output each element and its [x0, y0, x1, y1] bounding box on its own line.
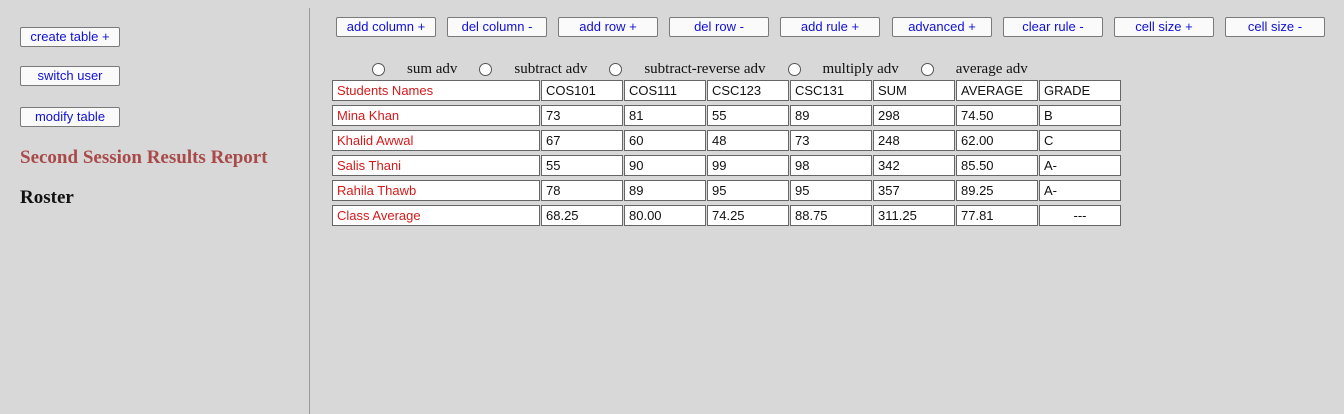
del-row-button[interactable]: del row - [669, 17, 769, 37]
score-cell[interactable]: 67 [541, 130, 623, 151]
student-name-cell[interactable]: Mina Khan [332, 105, 540, 126]
table-row: Mina Khan 73 81 55 89 298 74.50 B [332, 105, 1122, 126]
class-average-row: Class Average 68.25 80.00 74.25 88.75 31… [332, 205, 1122, 226]
average-value-cell[interactable]: 77.81 [956, 205, 1038, 226]
sum-adv-option[interactable]: sum adv [372, 61, 479, 78]
average-cell[interactable]: 74.50 [956, 105, 1038, 126]
sum-adv-label: sum adv [407, 60, 458, 77]
subtract-adv-label: subtract adv [514, 60, 588, 77]
cell-size-decrease-button[interactable]: cell size - [1225, 17, 1325, 37]
sum-cell[interactable]: 248 [873, 130, 955, 151]
header-cell-cos111[interactable]: COS111 [624, 80, 706, 101]
subtract-adv-option[interactable]: subtract adv [479, 61, 609, 78]
modify-table-button[interactable]: modify table [20, 107, 120, 127]
header-cell-csc131[interactable]: CSC131 [790, 80, 872, 101]
table-row: Khalid Awwal 67 60 48 73 248 62.00 C [332, 130, 1122, 151]
sum-cell[interactable]: 357 [873, 180, 955, 201]
multiply-adv-option[interactable]: multiply adv [787, 60, 921, 78]
score-cell[interactable]: 55 [707, 105, 789, 126]
average-cell[interactable]: 89.25 [956, 180, 1038, 201]
score-cell[interactable]: 73 [790, 130, 872, 151]
score-cell[interactable]: 55 [541, 155, 623, 176]
multiply-adv-label: multiply adv [822, 60, 899, 77]
student-name-cell[interactable]: Rahila Thawb [332, 180, 540, 201]
score-cell[interactable]: 90 [624, 155, 706, 176]
subtract-reverse-adv-radio[interactable] [609, 62, 623, 76]
grade-cell[interactable]: B [1039, 105, 1121, 126]
grade-cell[interactable]: A- [1039, 180, 1121, 201]
header-cell-cos101[interactable]: COS101 [541, 80, 623, 101]
advanced-button[interactable]: advanced + [892, 17, 992, 37]
add-rule-button[interactable]: add rule + [780, 17, 880, 37]
sidebar: create table + switch user modify table … [0, 0, 309, 414]
report-title: Second Session Results Report [20, 147, 268, 168]
score-cell[interactable]: 48 [707, 130, 789, 151]
score-cell[interactable]: 89 [790, 105, 872, 126]
score-cell[interactable]: 98 [790, 155, 872, 176]
header-cell-sum[interactable]: SUM [873, 80, 955, 101]
header-cell-csc123[interactable]: CSC123 [707, 80, 789, 101]
score-cell[interactable]: 73 [541, 105, 623, 126]
header-cell-average[interactable]: AVERAGE [956, 80, 1038, 101]
multiply-adv-radio[interactable] [787, 62, 801, 76]
add-column-button[interactable]: add column + [336, 17, 436, 37]
cell-size-increase-button[interactable]: cell size + [1114, 17, 1214, 37]
grade-cell[interactable]: C [1039, 130, 1121, 151]
roster-heading: Roster [20, 187, 74, 208]
results-table: Students Names COS101 COS111 CSC123 CSC1… [332, 80, 1122, 230]
vertical-divider [309, 8, 310, 414]
create-table-button[interactable]: create table + [20, 27, 120, 47]
advanced-options: sum adv subtract adv subtract-reverse ad… [372, 60, 1050, 78]
sum-adv-radio[interactable] [372, 62, 385, 76]
average-adv-label: average adv [955, 60, 1028, 77]
score-cell[interactable]: 60 [624, 130, 706, 151]
score-cell[interactable]: 89 [624, 180, 706, 201]
average-value-cell[interactable]: 68.25 [541, 205, 623, 226]
average-value-cell[interactable]: 88.75 [790, 205, 872, 226]
score-cell[interactable]: 99 [707, 155, 789, 176]
header-cell-grade[interactable]: GRADE [1039, 80, 1121, 101]
subtract-reverse-adv-label: subtract-reverse adv [644, 60, 766, 77]
header-cell-students-names[interactable]: Students Names [332, 80, 540, 101]
sum-cell[interactable]: 342 [873, 155, 955, 176]
average-value-cell[interactable]: 80.00 [624, 205, 706, 226]
clear-rule-button[interactable]: clear rule - [1003, 17, 1103, 37]
score-cell[interactable]: 95 [707, 180, 789, 201]
del-column-button[interactable]: del column - [447, 17, 547, 37]
sum-cell[interactable]: 298 [873, 105, 955, 126]
student-name-cell[interactable]: Salis Thani [332, 155, 540, 176]
average-adv-radio[interactable] [920, 62, 934, 76]
score-cell[interactable]: 78 [541, 180, 623, 201]
table-header-row: Students Names COS101 COS111 CSC123 CSC1… [332, 80, 1122, 101]
student-name-cell[interactable]: Khalid Awwal [332, 130, 540, 151]
grade-placeholder-cell[interactable]: --- [1039, 205, 1121, 226]
score-cell[interactable]: 81 [624, 105, 706, 126]
subtract-reverse-adv-option[interactable]: subtract-reverse adv [609, 61, 787, 78]
class-average-label-cell[interactable]: Class Average [332, 205, 540, 226]
add-row-button[interactable]: add row + [558, 17, 658, 37]
table-row: Salis Thani 55 90 99 98 342 85.50 A- [332, 155, 1122, 176]
subtract-adv-radio[interactable] [479, 62, 493, 76]
average-value-cell[interactable]: 74.25 [707, 205, 789, 226]
grade-cell[interactable]: A- [1039, 155, 1121, 176]
average-adv-option[interactable]: average adv [920, 60, 1050, 78]
average-value-cell[interactable]: 311.25 [873, 205, 955, 226]
average-cell[interactable]: 85.50 [956, 155, 1038, 176]
table-row: Rahila Thawb 78 89 95 95 357 89.25 A- [332, 180, 1122, 201]
score-cell[interactable]: 95 [790, 180, 872, 201]
average-cell[interactable]: 62.00 [956, 130, 1038, 151]
switch-user-button[interactable]: switch user [20, 66, 120, 86]
